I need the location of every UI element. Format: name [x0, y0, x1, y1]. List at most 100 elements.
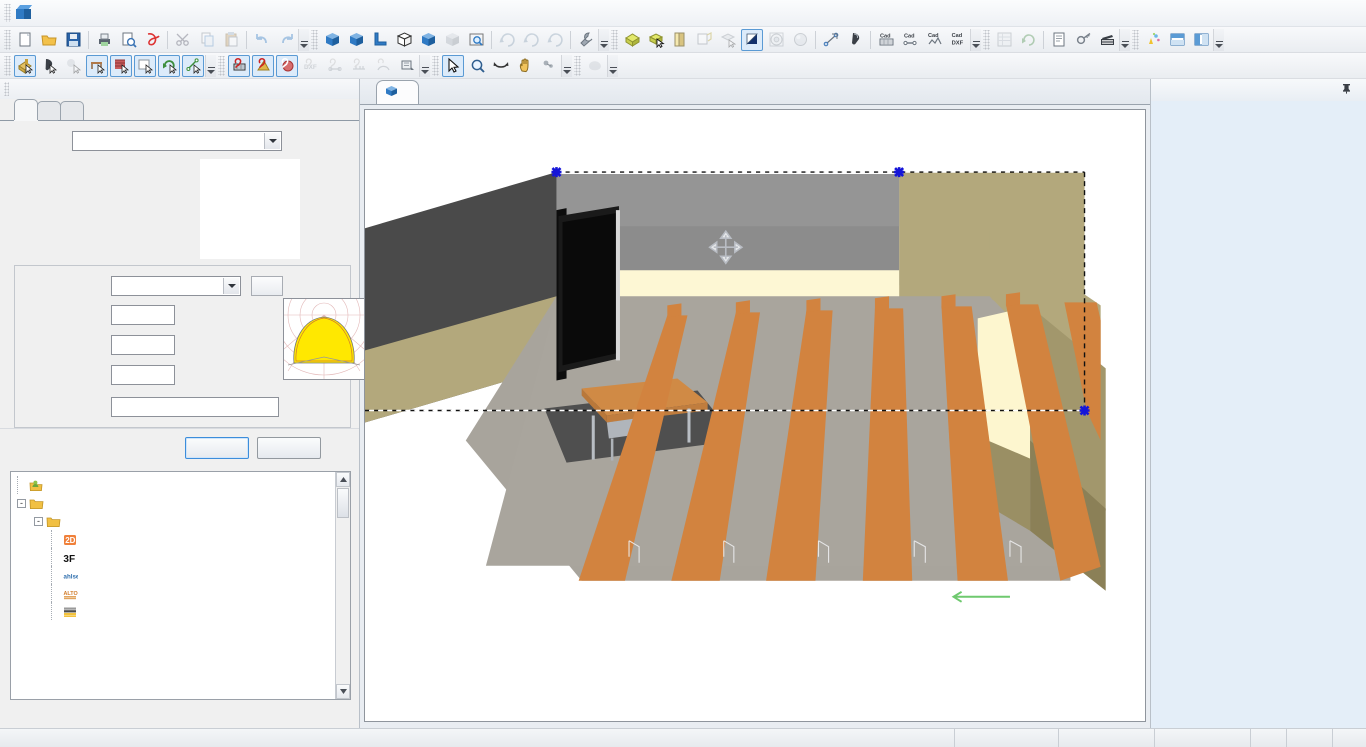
- catalog-tree-scrollbar[interactable]: [335, 472, 350, 699]
- menu-item-cattura[interactable]: [111, 9, 129, 17]
- print-preview-button[interactable]: [117, 29, 139, 51]
- tree-item[interactable]: ALTO: [11, 584, 335, 602]
- menu-item-online[interactable]: [201, 9, 219, 17]
- effects-button[interactable]: [1142, 29, 1164, 51]
- tree-item[interactable]: [11, 602, 335, 620]
- tree-item[interactable]: [11, 476, 335, 494]
- layout-vertical-button[interactable]: [1190, 29, 1212, 51]
- find-object-button[interactable]: [1072, 29, 1094, 51]
- cad-grid-button[interactable]: Cad: [875, 29, 897, 51]
- tree-item[interactable]: 2D: [11, 530, 335, 548]
- scroll-up-arrow[interactable]: [336, 472, 350, 487]
- print-button[interactable]: [93, 29, 115, 51]
- pin-icon[interactable]: [1341, 83, 1352, 97]
- toolbar-grip[interactable]: [311, 29, 318, 50]
- measure-tool-button[interactable]: [820, 29, 842, 51]
- toolbar-overflow-button[interactable]: [970, 28, 981, 51]
- dim-angle-button[interactable]: [252, 54, 274, 77]
- cad-line-button[interactable]: Cad: [899, 29, 921, 51]
- save-document-button[interactable]: [62, 29, 84, 51]
- select-luminaire-button[interactable]: [38, 55, 60, 77]
- cancel-button[interactable]: [257, 437, 321, 459]
- menu-item-cad[interactable]: [93, 9, 111, 17]
- view-wire-button[interactable]: [393, 29, 415, 51]
- menu-item-file[interactable]: [39, 9, 57, 17]
- new-document-button[interactable]: [14, 29, 36, 51]
- tree-item[interactable]: -: [11, 494, 335, 512]
- tree-item[interactable]: ahlsell: [11, 566, 335, 584]
- lamp-combo[interactable]: [111, 276, 241, 296]
- menu-item-visualizza[interactable]: [75, 9, 93, 17]
- zoom-window-button[interactable]: [465, 29, 487, 51]
- toolbar-overflow-button[interactable]: [419, 54, 430, 77]
- toolbar-overflow-button[interactable]: [1119, 28, 1130, 51]
- select-measure-button[interactable]: [182, 54, 204, 77]
- view-plan-button[interactable]: [345, 29, 367, 51]
- toolbar-grip[interactable]: [1132, 29, 1139, 50]
- view-3d-button[interactable]: [321, 29, 343, 51]
- toolbar-grip[interactable]: [4, 29, 11, 50]
- zoom-tool-button[interactable]: [466, 55, 488, 77]
- menu-item-selezione-lampade[interactable]: [147, 9, 165, 17]
- toolbar-overflow-button[interactable]: [298, 28, 309, 51]
- toolbar-grip[interactable]: [432, 55, 439, 76]
- color-material-button[interactable]: [669, 29, 691, 51]
- tree-expander-icon[interactable]: -: [17, 498, 26, 508]
- scroll-track[interactable]: [336, 519, 350, 684]
- movie-render-button[interactable]: [1096, 29, 1118, 51]
- tab-montaggio[interactable]: [37, 101, 61, 120]
- scroll-down-arrow[interactable]: [336, 684, 350, 699]
- pan-tool-button[interactable]: [514, 55, 536, 77]
- tree-expander-icon[interactable]: -: [34, 516, 43, 526]
- correction-base-input[interactable]: [111, 397, 279, 417]
- toolbar-overflow-button[interactable]: [607, 54, 618, 77]
- dim-radius-button[interactable]: [276, 54, 298, 77]
- layout-horizontal-button[interactable]: [1166, 29, 1188, 51]
- menu-item-[interactable]: [219, 9, 237, 17]
- orbit-tool-button[interactable]: [490, 55, 512, 77]
- toolbar-grip[interactable]: [218, 55, 225, 76]
- tab-lampada[interactable]: [14, 99, 38, 120]
- power-input[interactable]: [111, 335, 175, 355]
- light-tool-button[interactable]: [844, 29, 866, 51]
- toolbar-grip[interactable]: [983, 29, 990, 50]
- view-solid-button[interactable]: [417, 29, 439, 51]
- room-model-button[interactable]: [621, 29, 643, 51]
- dim-label-button[interactable]: [396, 55, 418, 77]
- luminaire-combo[interactable]: [72, 131, 282, 151]
- viewport-3d[interactable]: [364, 109, 1146, 722]
- report-page-button[interactable]: [1048, 29, 1070, 51]
- menu-item-inserisci[interactable]: [129, 9, 147, 17]
- select-calc-surface-button[interactable]: [158, 54, 180, 77]
- select-room-button[interactable]: [14, 54, 36, 77]
- menu-item-output[interactable]: [165, 9, 183, 17]
- scroll-thumb[interactable]: [337, 488, 349, 518]
- settings-wrench-button[interactable]: [575, 29, 597, 51]
- cad-poly-button[interactable]: Cad: [923, 29, 945, 51]
- toolbar-grip[interactable]: [4, 55, 11, 76]
- menu-item-modifica[interactable]: [57, 9, 75, 17]
- open-document-button[interactable]: [38, 29, 60, 51]
- lamp-browse-button[interactable]: [251, 276, 283, 296]
- toolbar-overflow-button[interactable]: [205, 54, 216, 77]
- room-select-button[interactable]: [645, 29, 667, 51]
- tree-item[interactable]: -: [11, 512, 335, 530]
- document-tab-3d-view[interactable]: [376, 80, 419, 104]
- menu-item-finestra[interactable]: [183, 9, 201, 17]
- render-quality-button[interactable]: [741, 28, 763, 51]
- toolbar-overflow-button[interactable]: [561, 54, 572, 77]
- view-elevation-button[interactable]: [369, 29, 391, 51]
- export-pdf-button[interactable]: [141, 29, 163, 51]
- flux-input[interactable]: [111, 305, 175, 325]
- pointer-tool-button[interactable]: [442, 54, 464, 77]
- toolbar-grip[interactable]: [611, 29, 618, 50]
- select-area-button[interactable]: [134, 54, 156, 77]
- tab-disposizione[interactable]: [60, 101, 84, 120]
- toolbar-overflow-button[interactable]: [1213, 28, 1224, 51]
- insert-button[interactable]: [185, 437, 249, 459]
- toolbar-grip[interactable]: [574, 55, 581, 76]
- correction-factor-input[interactable]: [111, 365, 175, 385]
- catalog-tree[interactable]: -- 2D 3F ahlsell ALTO: [10, 471, 351, 700]
- select-texture-button[interactable]: [110, 54, 132, 77]
- walk-tool-button[interactable]: [538, 55, 560, 77]
